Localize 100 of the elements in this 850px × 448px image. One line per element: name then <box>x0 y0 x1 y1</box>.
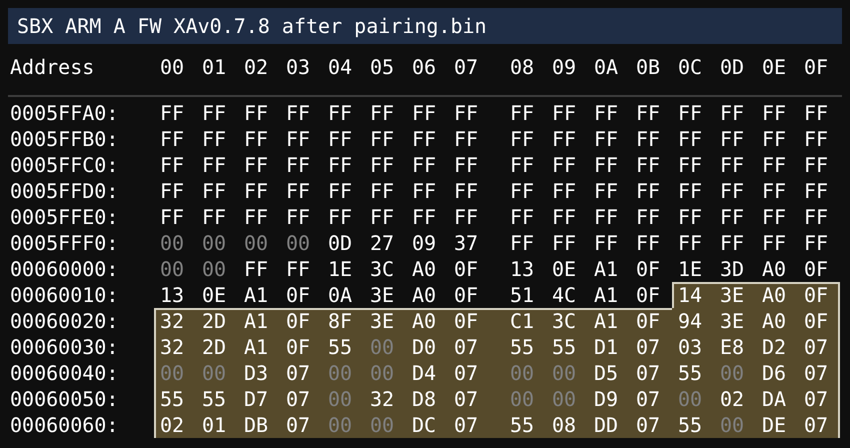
hex-byte: DB <box>238 412 280 438</box>
hex-byte: 0F <box>448 308 504 334</box>
hex-byte: 07 <box>798 412 840 438</box>
hex-byte: 32 <box>154 308 196 334</box>
hex-byte: A1 <box>593 256 620 282</box>
hex-byte: FF <box>803 178 830 204</box>
hex-byte: 07 <box>448 412 504 438</box>
hex-byte: 0F <box>280 334 322 360</box>
hex-byte: FF <box>243 178 270 204</box>
hex-byte: A1 <box>243 282 270 308</box>
hex-byte: FF <box>677 230 704 256</box>
column-header: 03 <box>285 54 312 81</box>
hex-byte: FF <box>369 204 396 230</box>
hex-byte: 09 <box>411 230 438 256</box>
hex-byte: 27 <box>369 230 396 256</box>
hex-byte: FF <box>201 204 228 230</box>
hex-byte: 0F <box>635 256 662 282</box>
hex-byte: FF <box>327 126 354 152</box>
hex-byte: D9 <box>588 386 630 412</box>
hex-byte: DA <box>756 386 798 412</box>
address-label: 00060010: <box>10 282 120 308</box>
hex-byte: A0 <box>756 308 798 334</box>
hex-byte: FF <box>509 204 536 230</box>
hex-byte: 00 <box>546 360 588 386</box>
hex-byte: FF <box>243 126 270 152</box>
hex-byte: D5 <box>588 360 630 386</box>
hex-byte: FF <box>677 204 704 230</box>
hex-byte: FF <box>719 152 746 178</box>
hex-byte: A1 <box>593 282 620 308</box>
hex-byte: FF <box>593 230 620 256</box>
hex-byte: 02 <box>154 412 196 438</box>
hex-byte: FF <box>635 100 662 126</box>
hex-byte: FF <box>453 152 480 178</box>
hex-byte: FF <box>411 126 438 152</box>
hex-byte: FF <box>761 230 788 256</box>
address-column-header: Address <box>10 54 96 81</box>
address-label: 0005FFE0: <box>10 204 120 230</box>
hex-byte: 00 <box>201 256 228 282</box>
hex-byte: 2D <box>196 308 238 334</box>
column-header: 06 <box>411 54 438 81</box>
hex-byte: FF <box>551 126 578 152</box>
address-label: 0005FFB0: <box>10 126 120 152</box>
hex-byte: 00 <box>322 360 364 386</box>
hex-byte: FF <box>509 230 536 256</box>
hex-byte: DC <box>406 412 448 438</box>
hex-byte: FF <box>509 152 536 178</box>
hex-byte: 07 <box>448 386 504 412</box>
hex-byte: DD <box>588 412 630 438</box>
hex-byte: 3E <box>364 308 406 334</box>
hex-byte: 00 <box>196 360 238 386</box>
address-label: 00060020: <box>10 308 120 334</box>
hex-byte: 3D <box>719 256 746 282</box>
hex-byte: FF <box>803 152 830 178</box>
hex-byte: FF <box>327 100 354 126</box>
hex-byte: FF <box>509 100 536 126</box>
hex-byte: 51 <box>509 282 536 308</box>
hex-byte: 07 <box>280 360 322 386</box>
hex-byte: 0F <box>285 282 312 308</box>
column-header: 0F <box>803 54 830 81</box>
hex-byte: A1 <box>238 308 280 334</box>
hex-byte: 0F <box>280 308 322 334</box>
hex-byte: FF <box>761 178 788 204</box>
hex-byte: 03 <box>672 334 714 360</box>
column-header: 0B <box>635 54 662 81</box>
hex-byte: FF <box>411 152 438 178</box>
hex-byte: FF <box>593 100 620 126</box>
hex-byte: FF <box>285 204 312 230</box>
hex-byte: FF <box>243 100 270 126</box>
hex-byte: 94 <box>672 308 714 334</box>
hex-byte: FF <box>411 100 438 126</box>
hex-byte: DE <box>756 412 798 438</box>
hex-byte: 0E <box>551 256 578 282</box>
hex-byte: FF <box>327 178 354 204</box>
address-label: 00060000: <box>10 256 120 282</box>
address-label: 00060050: <box>10 386 120 412</box>
hex-byte: FF <box>201 100 228 126</box>
window-title: SBX ARM A FW XAv0.7.8 after pairing.bin <box>17 14 487 38</box>
hex-byte: 00 <box>504 386 546 412</box>
hex-byte: 3C <box>369 256 396 282</box>
address-label: 0005FFD0: <box>10 178 120 204</box>
hex-byte: FF <box>159 152 186 178</box>
hex-byte: A0 <box>761 256 788 282</box>
hex-byte: FF <box>369 126 396 152</box>
column-header: 02 <box>243 54 270 81</box>
hex-byte: 32 <box>364 386 406 412</box>
hex-byte: 00 <box>243 230 270 256</box>
hex-byte: 55 <box>504 334 546 360</box>
hex-byte: FF <box>761 126 788 152</box>
hex-byte: FF <box>285 178 312 204</box>
hex-byte: FF <box>677 100 704 126</box>
hex-byte: 00 <box>159 230 186 256</box>
hex-byte: FF <box>635 152 662 178</box>
hex-byte: 0D <box>327 230 354 256</box>
hex-byte: FF <box>243 152 270 178</box>
hex-byte: D3 <box>238 360 280 386</box>
hex-byte: FF <box>285 152 312 178</box>
hex-byte: 0E <box>201 282 228 308</box>
hex-byte: FF <box>159 100 186 126</box>
hex-byte: FF <box>327 204 354 230</box>
hex-byte: FF <box>719 204 746 230</box>
